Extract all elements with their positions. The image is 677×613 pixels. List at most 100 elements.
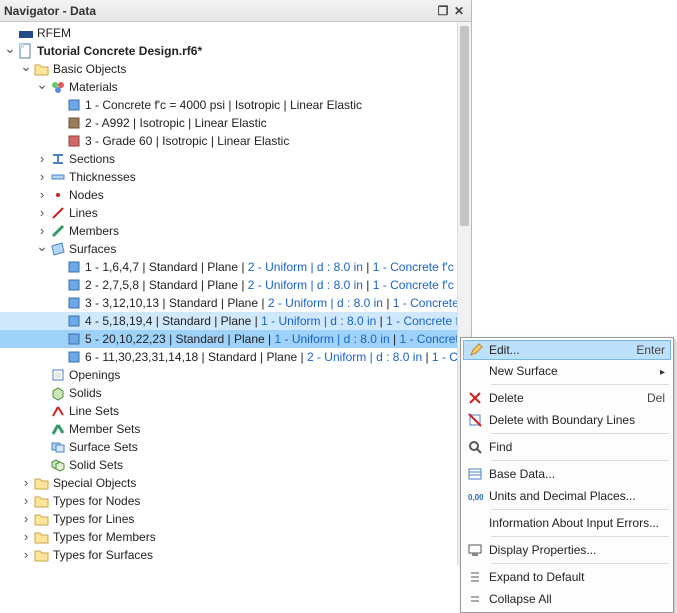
tree-label: Tutorial Concrete Design.rf6* — [37, 44, 202, 58]
tree-item-surface-6[interactable]: 6 - 11,30,23,31,14,18 | Standard | Plane… — [0, 348, 471, 366]
chevron-right-icon[interactable] — [18, 547, 34, 563]
ctx-item-new-surface[interactable]: New Surface — [463, 360, 671, 382]
chevron-right-icon[interactable] — [34, 151, 50, 167]
tree-item-surface-3[interactable]: 3 - 3,12,10,13 | Standard | Plane | 2 - … — [0, 294, 471, 312]
chevron-right-icon[interactable] — [18, 493, 34, 509]
tree-item-rfem[interactable]: RFEM — [0, 24, 471, 42]
chevron-right-icon[interactable] — [18, 511, 34, 527]
chevron-right-icon — [660, 364, 665, 378]
tree-item-openings[interactable]: Openings — [0, 366, 471, 384]
ctx-item-expand-default[interactable]: Expand to Default — [463, 566, 671, 588]
chevron-right-icon[interactable] — [34, 169, 50, 185]
ctx-item-units[interactable]: Units and Decimal Places... — [463, 485, 671, 507]
expand-icon — [467, 569, 483, 585]
opening-icon — [50, 367, 66, 383]
close-icon[interactable]: ✕ — [451, 3, 467, 19]
tree-item-surface-5[interactable]: 5 - 20,10,22,23 | Standard | Plane | 1 -… — [0, 330, 471, 348]
tree-label: Materials — [69, 80, 118, 94]
ctx-item-find[interactable]: Find — [463, 436, 671, 458]
scrollbar-thumb[interactable] — [460, 26, 469, 226]
tree-item-types-surfaces[interactable]: Types for Surfaces — [0, 546, 471, 564]
node-icon — [50, 187, 66, 203]
tree-item-members[interactable]: Members — [0, 222, 471, 240]
tree-item-types-lines[interactable]: Types for Lines — [0, 510, 471, 528]
tree-item-material-2[interactable]: 2 - A992 | Isotropic | Linear Elastic — [0, 114, 471, 132]
display-icon — [467, 542, 483, 558]
ctx-label: Delete — [489, 391, 647, 405]
collapse-icon — [467, 591, 483, 607]
file-icon — [18, 43, 34, 59]
chevron-right-icon[interactable] — [34, 223, 50, 239]
chevron-down-icon[interactable] — [18, 61, 34, 77]
tree-item-materials[interactable]: Materials — [0, 78, 471, 96]
swatch-icon — [66, 331, 82, 347]
tree-item-member-sets[interactable]: Member Sets — [0, 420, 471, 438]
panel-titlebar: Navigator - Data ❐ ✕ — [0, 0, 471, 22]
tree-label: Types for Lines — [53, 512, 134, 526]
tree-item-nodes[interactable]: Nodes — [0, 186, 471, 204]
tree-item-solids[interactable]: Solids — [0, 384, 471, 402]
tree-item-surface-4[interactable]: 4 - 5,18,19,4 | Standard | Plane | 1 - U… — [0, 312, 471, 330]
tree-label: 1 - Concrete f'c = 4000 psi | Isotropic … — [85, 98, 362, 112]
ctx-item-collapse-all[interactable]: Collapse All — [463, 588, 671, 610]
tree-item-solid-sets[interactable]: Solid Sets — [0, 456, 471, 474]
ctx-label: Find — [489, 440, 665, 454]
folder-icon — [34, 475, 50, 491]
tree-item-material-1[interactable]: 1 - Concrete f'c = 4000 psi | Isotropic … — [0, 96, 471, 114]
tree-label: Types for Members — [53, 530, 156, 544]
chevron-right-icon[interactable] — [34, 205, 50, 221]
tree-label: 3 - Grade 60 | Isotropic | Linear Elasti… — [85, 134, 289, 148]
tree-item-thicknesses[interactable]: Thicknesses — [0, 168, 471, 186]
ctx-separator — [491, 433, 669, 434]
ctx-item-input-errors[interactable]: Information About Input Errors... — [463, 512, 671, 534]
tree-item-types-members[interactable]: Types for Members — [0, 528, 471, 546]
swatch-icon — [66, 349, 82, 365]
tree-item-surfaces[interactable]: Surfaces — [0, 240, 471, 258]
tree-item-types-nodes[interactable]: Types for Nodes — [0, 492, 471, 510]
tree-label: Members — [69, 224, 119, 238]
thickness-icon — [50, 169, 66, 185]
tree-label: Basic Objects — [53, 62, 126, 76]
ctx-item-base-data[interactable]: Base Data... — [463, 463, 671, 485]
tree-item-file[interactable]: Tutorial Concrete Design.rf6* — [0, 42, 471, 60]
chevron-right-icon[interactable] — [18, 475, 34, 491]
ctx-item-delete-boundary[interactable]: Delete with Boundary Lines — [463, 409, 671, 431]
tree-item-surface-1[interactable]: 1 - 1,6,4,7 | Standard | Plane | 2 - Uni… — [0, 258, 471, 276]
tree-label: Types for Nodes — [53, 494, 140, 508]
tree-item-surface-2[interactable]: 2 - 2,7,5,8 | Standard | Plane | 2 - Uni… — [0, 276, 471, 294]
tree-item-special-objects[interactable]: Special Objects — [0, 474, 471, 492]
ctx-item-delete[interactable]: Delete Del — [463, 387, 671, 409]
tree-item-surface-sets[interactable]: Surface Sets — [0, 438, 471, 456]
ctx-label: Delete with Boundary Lines — [489, 413, 665, 427]
tree-label: 2 - A992 | Isotropic | Linear Elastic — [85, 116, 267, 130]
undock-icon[interactable]: ❐ — [435, 3, 451, 19]
folder-icon — [34, 511, 50, 527]
tree-label: Special Objects — [53, 476, 136, 490]
swatch-icon — [66, 295, 82, 311]
chevron-down-icon[interactable] — [34, 241, 50, 257]
tree-label: Types for Surfaces — [53, 548, 153, 562]
chevron-right-icon[interactable] — [18, 529, 34, 545]
tree-label: Member Sets — [69, 422, 140, 436]
surface-icon — [50, 241, 66, 257]
chevron-down-icon[interactable] — [34, 79, 50, 95]
tree-item-line-sets[interactable]: Line Sets — [0, 402, 471, 420]
tree-item-material-3[interactable]: 3 - Grade 60 | Isotropic | Linear Elasti… — [0, 132, 471, 150]
ctx-label: Collapse All — [489, 592, 665, 606]
swatch-icon — [66, 115, 82, 131]
ctx-item-edit[interactable]: Edit... Enter — [463, 340, 671, 360]
ctx-label: Expand to Default — [489, 570, 665, 584]
tree-item-sections[interactable]: Sections — [0, 150, 471, 168]
solid-icon — [50, 385, 66, 401]
folder-icon — [34, 547, 50, 563]
ctx-accel: Del — [647, 391, 665, 405]
tree-item-lines[interactable]: Lines — [0, 204, 471, 222]
chevron-down-icon[interactable] — [2, 43, 18, 59]
tree-item-basic-objects[interactable]: Basic Objects — [0, 60, 471, 78]
ctx-item-display-properties[interactable]: Display Properties... — [463, 539, 671, 561]
ctx-separator — [491, 460, 669, 461]
tree-label: Surface Sets — [69, 440, 138, 454]
delete-boundary-icon — [467, 412, 483, 428]
ctx-separator — [491, 509, 669, 510]
chevron-right-icon[interactable] — [34, 187, 50, 203]
